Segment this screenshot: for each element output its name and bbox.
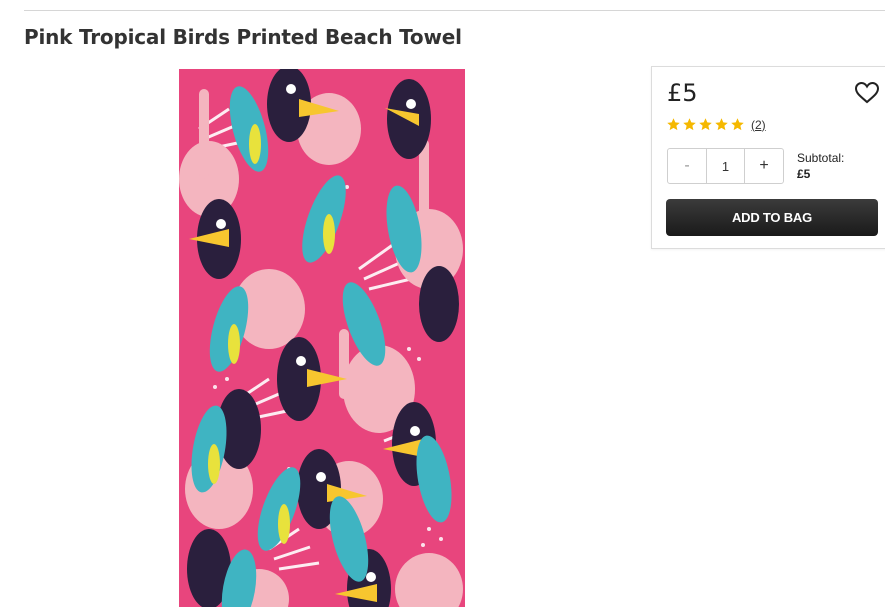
star-icon: [715, 118, 728, 131]
subtotal: Subtotal: £5: [797, 150, 844, 182]
subtotal-value: £5: [797, 167, 811, 181]
top-divider: [24, 10, 885, 11]
star-icon: [667, 118, 680, 131]
quantity-stepper: - 1 +: [667, 148, 784, 184]
price: £5: [667, 79, 698, 107]
heart-outline-icon[interactable]: [854, 81, 880, 105]
star-icon: [699, 118, 712, 131]
star-icon: [683, 118, 696, 131]
rating-stars: [666, 117, 745, 132]
product-title: Pink Tropical Birds Printed Beach Towel: [24, 25, 462, 49]
rating: (2): [666, 117, 766, 132]
purchase-panel: £5 (2) - 1 + Subtotal: £5 ADD TO BAG: [651, 66, 885, 249]
decrease-quantity-button[interactable]: -: [668, 149, 706, 183]
add-to-bag-button[interactable]: ADD TO BAG: [666, 199, 878, 236]
star-icon: [731, 118, 744, 131]
product-image[interactable]: [179, 69, 465, 607]
quantity-input[interactable]: 1: [706, 149, 745, 183]
increase-quantity-button[interactable]: +: [745, 149, 783, 183]
subtotal-label: Subtotal:: [797, 151, 845, 165]
review-count-link[interactable]: (2): [751, 118, 766, 132]
